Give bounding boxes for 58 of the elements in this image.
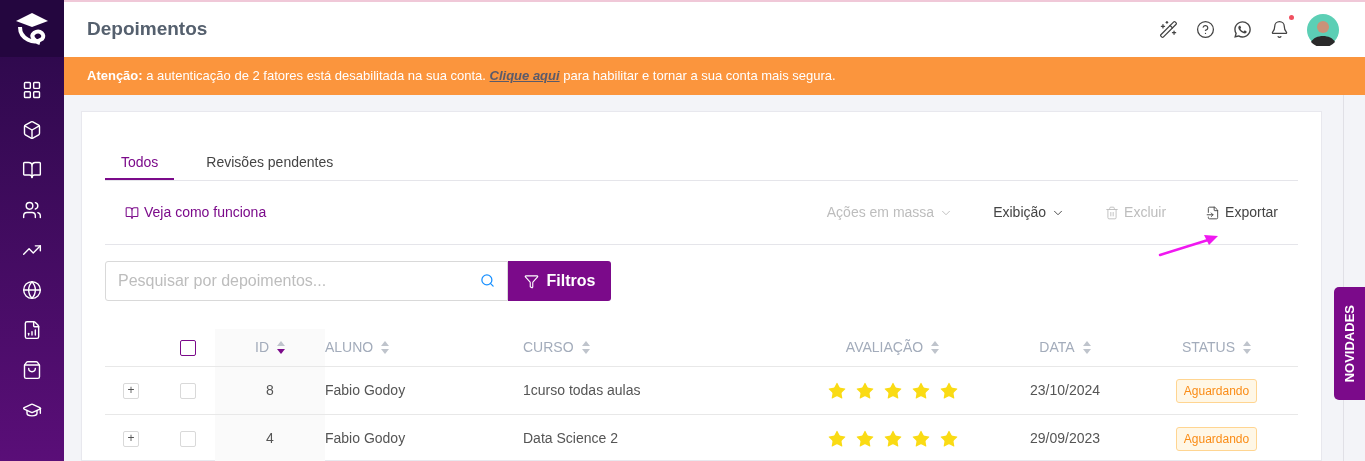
page-title: Depoimentos	[87, 17, 209, 42]
star-icon	[938, 380, 959, 401]
tab[interactable]: Todos	[105, 146, 175, 180]
star-icon	[882, 428, 903, 449]
table-cell-text: 23/10/2024	[1029, 381, 1101, 400]
filter-icon	[523, 273, 539, 289]
status-badge: Aguardando	[1175, 426, 1258, 451]
expand-button[interactable]: +	[123, 382, 139, 399]
star-icon	[826, 428, 847, 449]
shopping-bag-icon[interactable]	[22, 360, 42, 380]
column-header: DATA	[1039, 338, 1075, 357]
users-icon[interactable]	[22, 200, 42, 220]
table-cell-text: Fabio Godoy	[325, 381, 407, 400]
magic-wand-icon[interactable]	[1159, 20, 1178, 39]
expand-button[interactable]: +	[123, 430, 139, 447]
star-icon	[826, 380, 847, 401]
star-icon	[854, 380, 875, 401]
star-icon	[910, 428, 931, 449]
trash-icon	[1105, 205, 1120, 220]
help-icon[interactable]	[1196, 20, 1215, 39]
table-cell-text: 4	[266, 429, 274, 448]
cube-icon[interactable]	[22, 120, 42, 140]
book-icon[interactable]	[22, 160, 42, 180]
status-badge: Aguardando	[1175, 378, 1258, 403]
tab[interactable]: Revisões pendentes	[190, 146, 350, 180]
table-cell-text: Fabio Godoy	[325, 429, 407, 448]
filter-button[interactable]: Filtros	[508, 261, 611, 301]
star-icon	[854, 428, 875, 449]
column-header: ALUNO	[325, 338, 374, 357]
sort-icon[interactable]	[277, 341, 285, 354]
table-cell-text: Data Science 2	[523, 429, 619, 448]
book-icon	[125, 205, 139, 220]
alert-message: Atenção: a autenticação de 2 fatores está desabilitada na sua conta. Clique aqui para habilitar e tornar a sua conta mais segura.	[87, 67, 836, 86]
star-icon	[882, 380, 903, 401]
star-icon	[938, 428, 959, 449]
news-side-tab[interactable]: NOVIDADES	[1334, 287, 1365, 400]
help-link[interactable]: Veja como funciona	[125, 202, 827, 223]
toolbar-button[interactable]: Exportar	[1206, 202, 1278, 223]
table-cell-text: 29/09/2023	[1029, 429, 1101, 448]
column-header: CURSO	[523, 338, 574, 357]
dashboard-icon[interactable]	[22, 80, 42, 100]
star-icon	[910, 380, 931, 401]
column-header: ID	[255, 338, 269, 357]
avatar[interactable]	[1307, 13, 1339, 46]
table-cell-text: 8	[266, 381, 274, 400]
export-icon	[1206, 205, 1221, 220]
whatsapp-icon[interactable]	[1233, 20, 1252, 39]
notification-icon[interactable]	[1270, 20, 1289, 39]
column-header: STATUS	[1181, 338, 1236, 357]
globe-icon[interactable]	[22, 280, 42, 300]
annotation-arrow	[1158, 234, 1220, 258]
toolbar-button[interactable]: Exibição	[993, 202, 1066, 223]
checkbox[interactable]	[179, 339, 196, 356]
search-field[interactable]: Pesquisar por depoimentos...	[105, 261, 508, 301]
column-header: AVALIAÇÃO	[845, 338, 924, 357]
report-icon[interactable]	[22, 320, 42, 340]
table-cell-text: 1curso todas aulas	[523, 381, 642, 400]
search-icon[interactable]	[480, 273, 495, 288]
